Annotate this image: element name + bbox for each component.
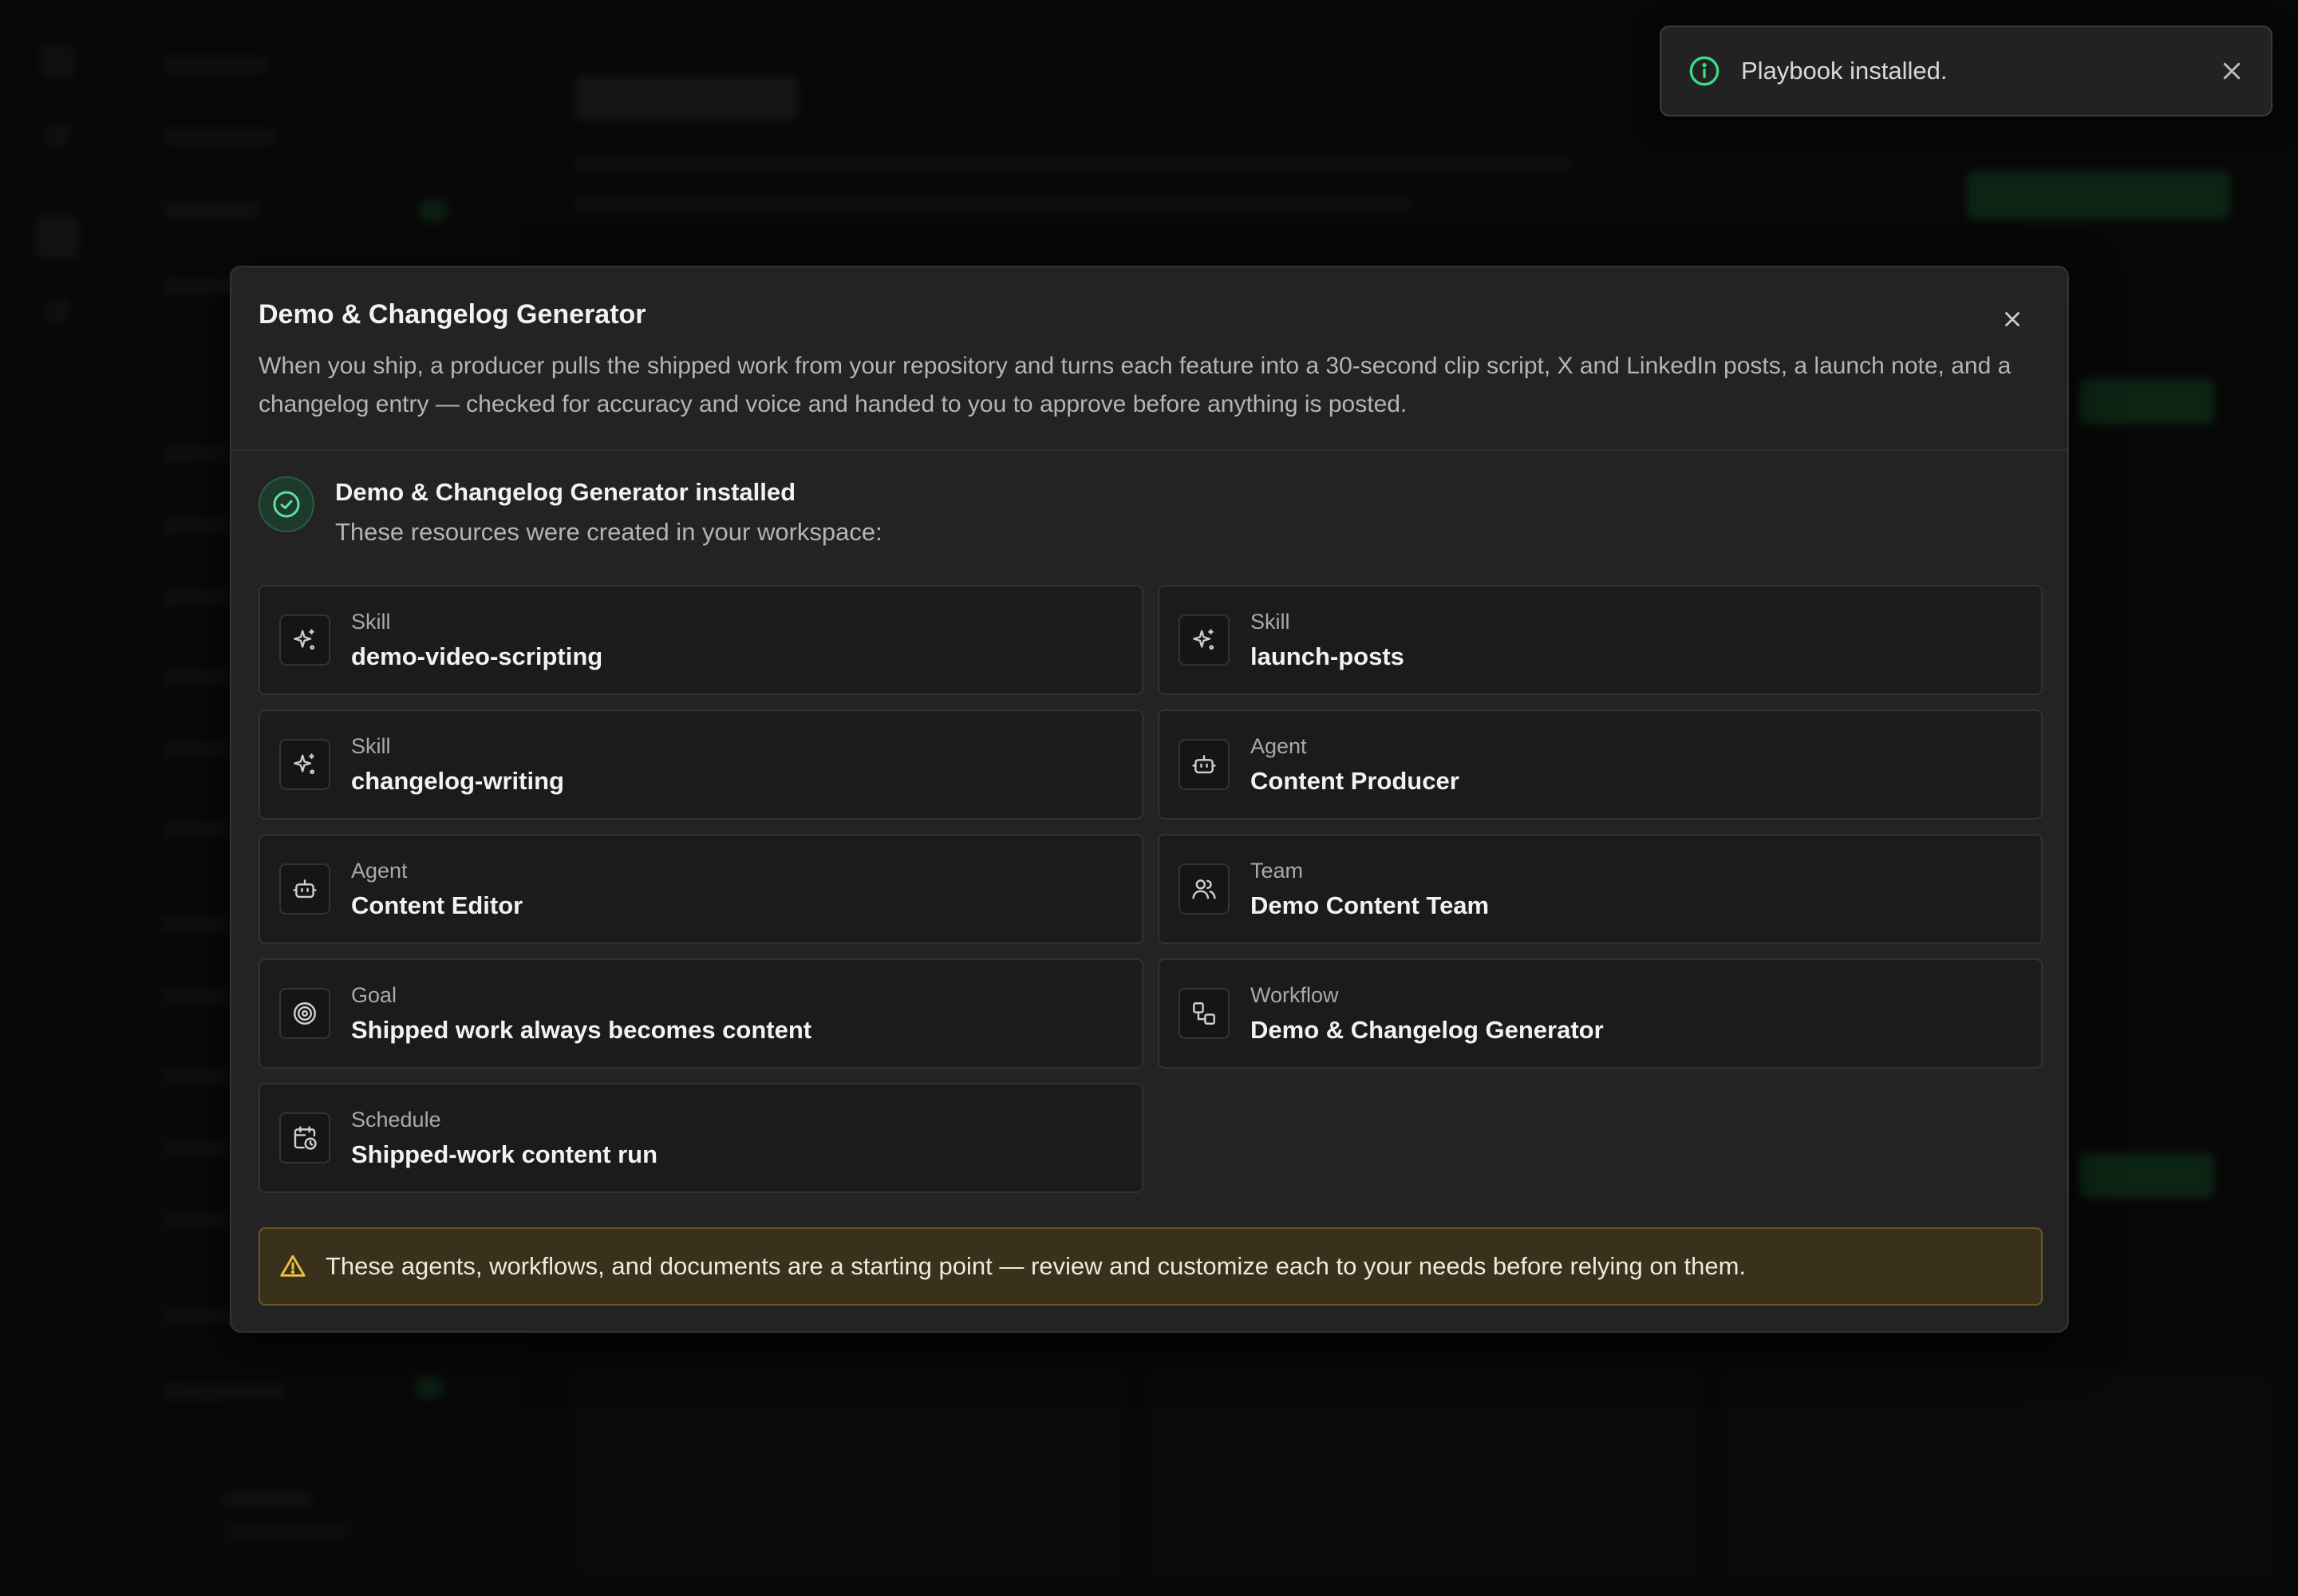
toast-notification: Playbook installed. — [1660, 26, 2272, 117]
success-subtitle: These resources were created in your wor… — [335, 518, 882, 546]
sparkles-icon — [279, 739, 330, 790]
install-result-dialog: Demo & Changelog Generator When you ship… — [230, 266, 2069, 1333]
resource-card[interactable]: Skill launch-posts — [1158, 585, 2043, 695]
toast-message: Playbook installed. — [1741, 57, 1948, 85]
sparkles-icon — [279, 614, 330, 666]
dialog-description: When you ship, a producer pulls the ship… — [259, 353, 2012, 417]
install-success-banner: Demo & Changelog Generator installed The… — [259, 476, 882, 547]
resource-card[interactable]: Skill demo-video-scripting — [259, 585, 1143, 695]
resource-name: Content Producer — [1250, 766, 1459, 795]
resource-card[interactable]: Workflow Demo & Changelog Generator — [1158, 958, 2043, 1069]
bot-icon — [279, 863, 330, 915]
resource-card[interactable]: Goal Shipped work always becomes content — [259, 958, 1143, 1069]
resource-name: demo-video-scripting — [351, 642, 603, 670]
resource-grid: Skill demo-video-scripting Skill launch-… — [259, 585, 2043, 1193]
warning-triangle-icon — [280, 1254, 306, 1277]
warning-banner: These agents, workflows, and documents a… — [259, 1227, 2043, 1306]
resource-type: Skill — [351, 609, 391, 634]
resource-name: launch-posts — [1250, 642, 1404, 670]
resource-name: Shipped work always becomes content — [351, 1015, 812, 1044]
resource-name: Demo Content Team — [1250, 891, 1490, 919]
success-title: Demo & Changelog Generator installed — [335, 478, 796, 506]
sparkles-icon — [1179, 614, 1230, 666]
resource-name: Demo & Changelog Generator — [1250, 1015, 1604, 1044]
resource-name: Shipped-work content run — [351, 1140, 658, 1168]
calendar-clock-icon — [279, 1112, 330, 1163]
resource-type: Schedule — [351, 1107, 441, 1132]
resource-type: Team — [1250, 858, 1304, 883]
resource-type: Agent — [351, 858, 408, 883]
resource-type: Agent — [1250, 733, 1307, 758]
resource-card[interactable]: Team Demo Content Team — [1158, 834, 2043, 944]
resource-type: Skill — [351, 733, 391, 758]
dialog-header: Demo & Changelog Generator When you ship… — [231, 267, 2067, 451]
resource-type: Goal — [351, 982, 397, 1007]
users-icon — [1179, 863, 1230, 915]
bot-icon — [1179, 739, 1230, 790]
target-icon — [279, 988, 330, 1039]
toast-close-icon[interactable] — [2220, 59, 2244, 83]
resource-name: changelog-writing — [351, 766, 564, 795]
resource-card[interactable]: Agent Content Producer — [1158, 709, 2043, 820]
warning-text: These agents, workflows, and documents a… — [326, 1252, 1747, 1280]
close-icon[interactable] — [2000, 307, 2024, 331]
resource-name: Content Editor — [351, 891, 523, 919]
resource-card[interactable]: Schedule Shipped-work content run — [259, 1083, 1143, 1193]
info-icon — [1689, 56, 1720, 86]
dialog-title: Demo & Changelog Generator — [259, 299, 646, 330]
resource-card[interactable]: Skill changelog-writing — [259, 709, 1143, 820]
resource-card[interactable]: Agent Content Editor — [259, 834, 1143, 944]
workflow-icon — [1179, 988, 1230, 1039]
resource-type: Workflow — [1250, 982, 1339, 1007]
resource-type: Skill — [1250, 609, 1290, 634]
check-circle-icon — [259, 476, 314, 532]
